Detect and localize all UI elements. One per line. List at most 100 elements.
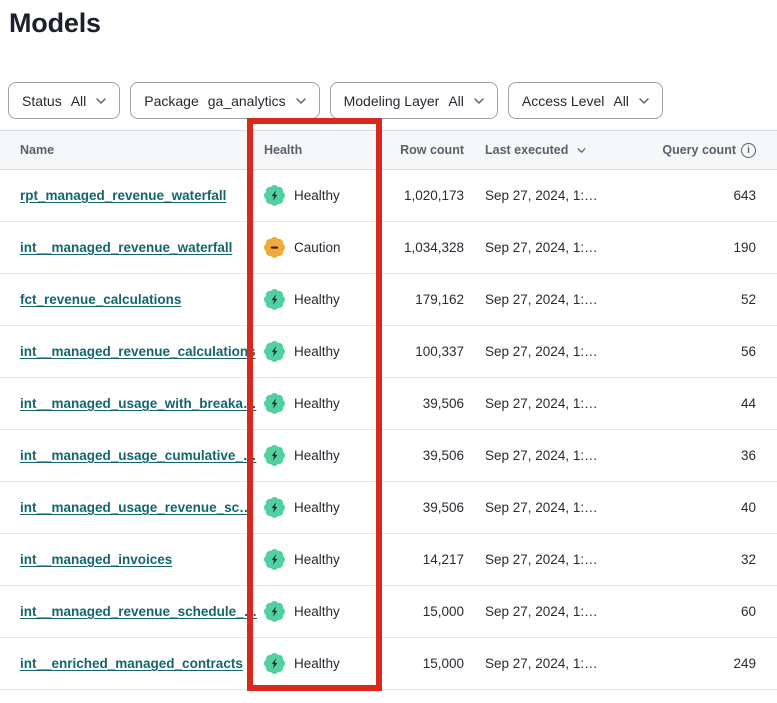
query-count-cell: 40 — [657, 500, 777, 515]
query-count-cell: 32 — [657, 552, 777, 567]
filter-modeling-layer[interactable]: Modeling Layer All — [330, 82, 498, 119]
model-name-link[interactable]: int__managed_revenue_calculations — [20, 344, 256, 359]
filter-status[interactable]: Status All — [8, 82, 120, 119]
health-status-label: Healthy — [294, 396, 340, 411]
filters-bar: Status All Package ga_analytics Modeling… — [8, 82, 663, 119]
table-row: int__managed_revenue_waterfall Caution — [0, 222, 777, 274]
health-cell: Healthy — [264, 445, 384, 466]
page-title: Models — [9, 8, 101, 39]
table-row: int__enriched_managed_contracts Healthy — [0, 638, 777, 690]
chevron-down-icon — [474, 98, 484, 104]
query-count-cell: 56 — [657, 344, 777, 359]
column-header-name: Name — [0, 143, 264, 157]
last-executed-cell: Sep 27, 2024, 1:… — [464, 500, 657, 515]
row-count-cell: 39,506 — [384, 448, 464, 463]
query-count-cell: 60 — [657, 604, 777, 619]
health-status-label: Caution — [294, 240, 341, 255]
chevron-down-icon — [639, 98, 649, 104]
row-count-cell: 39,506 — [384, 500, 464, 515]
health-status-icon — [264, 289, 285, 310]
health-status-label: Healthy — [294, 344, 340, 359]
health-status-icon — [264, 237, 285, 258]
table-row: fct_revenue_calculations Healthy 1 — [0, 274, 777, 326]
health-status-icon — [264, 601, 285, 622]
filter-value: All — [71, 93, 87, 109]
model-name-link[interactable]: int__managed_revenue_schedule_… — [20, 604, 257, 619]
model-name-link[interactable]: fct_revenue_calculations — [20, 292, 181, 307]
query-count-cell: 52 — [657, 292, 777, 307]
models-table: Name Health Row count Last executed Quer… — [0, 130, 777, 690]
filter-label: Modeling Layer — [344, 93, 440, 109]
health-cell: Healthy — [264, 341, 384, 362]
filter-access-level[interactable]: Access Level All — [508, 82, 663, 119]
query-count-cell: 36 — [657, 448, 777, 463]
model-name-link[interactable]: int__managed_usage_revenue_sc… — [20, 500, 253, 515]
health-cell: Healthy — [264, 185, 384, 206]
last-executed-cell: Sep 27, 2024, 1:… — [464, 656, 657, 671]
column-header-label: Query count — [662, 143, 736, 157]
health-status-icon — [264, 497, 285, 518]
health-status-label: Healthy — [294, 552, 340, 567]
table-row: rpt_managed_revenue_waterfall Healthy — [0, 170, 777, 222]
model-name-link[interactable]: rpt_managed_revenue_waterfall — [20, 188, 226, 203]
model-name-link[interactable]: int__managed_revenue_waterfall — [20, 240, 232, 255]
health-status-icon — [264, 549, 285, 570]
last-executed-cell: Sep 27, 2024, 1:… — [464, 448, 657, 463]
query-count-cell: 190 — [657, 240, 777, 255]
model-name-link[interactable]: int__managed_usage_cumulative_… — [20, 448, 256, 463]
chevron-down-icon — [96, 98, 106, 104]
table-body: rpt_managed_revenue_waterfall Healthy — [0, 170, 777, 690]
query-count-cell: 44 — [657, 396, 777, 411]
column-header-label: Last executed — [485, 143, 568, 157]
column-header-row-count: Row count — [384, 143, 464, 157]
health-status-label: Healthy — [294, 500, 340, 515]
last-executed-cell: Sep 27, 2024, 1:… — [464, 292, 657, 307]
sort-last-executed[interactable]: Last executed — [485, 143, 586, 157]
query-count-cell: 643 — [657, 188, 777, 203]
health-cell: Healthy — [264, 601, 384, 622]
row-count-cell: 15,000 — [384, 656, 464, 671]
row-count-cell: 179,162 — [384, 292, 464, 307]
info-icon[interactable]: i — [741, 143, 756, 158]
table-row: int__managed_usage_cumulative_… Healthy — [0, 430, 777, 482]
health-status-label: Healthy — [294, 656, 340, 671]
health-status-icon — [264, 185, 285, 206]
table-row: int__managed_revenue_calculations Health… — [0, 326, 777, 378]
model-name-link[interactable]: int__managed_invoices — [20, 552, 172, 567]
model-name-link[interactable]: int__managed_usage_with_breaka… — [20, 396, 256, 411]
row-count-cell: 100,337 — [384, 344, 464, 359]
health-status-label: Healthy — [294, 188, 340, 203]
row-count-cell: 14,217 — [384, 552, 464, 567]
query-count-cell: 249 — [657, 656, 777, 671]
row-count-cell: 15,000 — [384, 604, 464, 619]
filter-value: All — [448, 93, 464, 109]
last-executed-cell: Sep 27, 2024, 1:… — [464, 552, 657, 567]
column-header-health: Health — [264, 143, 384, 157]
health-cell: Caution — [264, 237, 384, 258]
row-count-cell: 1,020,173 — [384, 188, 464, 203]
models-page: Models Status All Package ga_analytics M… — [0, 0, 777, 703]
health-cell: Healthy — [264, 497, 384, 518]
filter-value: ga_analytics — [208, 93, 286, 109]
filter-value: All — [613, 93, 629, 109]
chevron-down-icon — [577, 148, 586, 153]
last-executed-cell: Sep 27, 2024, 1:… — [464, 188, 657, 203]
health-cell: Healthy — [264, 393, 384, 414]
filter-label: Package — [144, 93, 198, 109]
health-status-label: Healthy — [294, 604, 340, 619]
table-header: Name Health Row count Last executed Quer… — [0, 130, 777, 170]
filter-package[interactable]: Package ga_analytics — [130, 82, 319, 119]
last-executed-cell: Sep 27, 2024, 1:… — [464, 396, 657, 411]
health-cell: Healthy — [264, 289, 384, 310]
chevron-down-icon — [296, 98, 306, 104]
health-status-icon — [264, 653, 285, 674]
column-header-query-count: Query count i — [657, 143, 777, 158]
last-executed-cell: Sep 27, 2024, 1:… — [464, 604, 657, 619]
table-row: int__managed_invoices Healthy 14,2 — [0, 534, 777, 586]
table-row: int__managed_usage_revenue_sc… Healthy — [0, 482, 777, 534]
table-row: int__managed_usage_with_breaka… Healthy — [0, 378, 777, 430]
model-name-link[interactable]: int__enriched_managed_contracts — [20, 656, 243, 671]
table-row: int__managed_revenue_schedule_… Healthy — [0, 586, 777, 638]
health-cell: Healthy — [264, 549, 384, 570]
row-count-cell: 1,034,328 — [384, 240, 464, 255]
